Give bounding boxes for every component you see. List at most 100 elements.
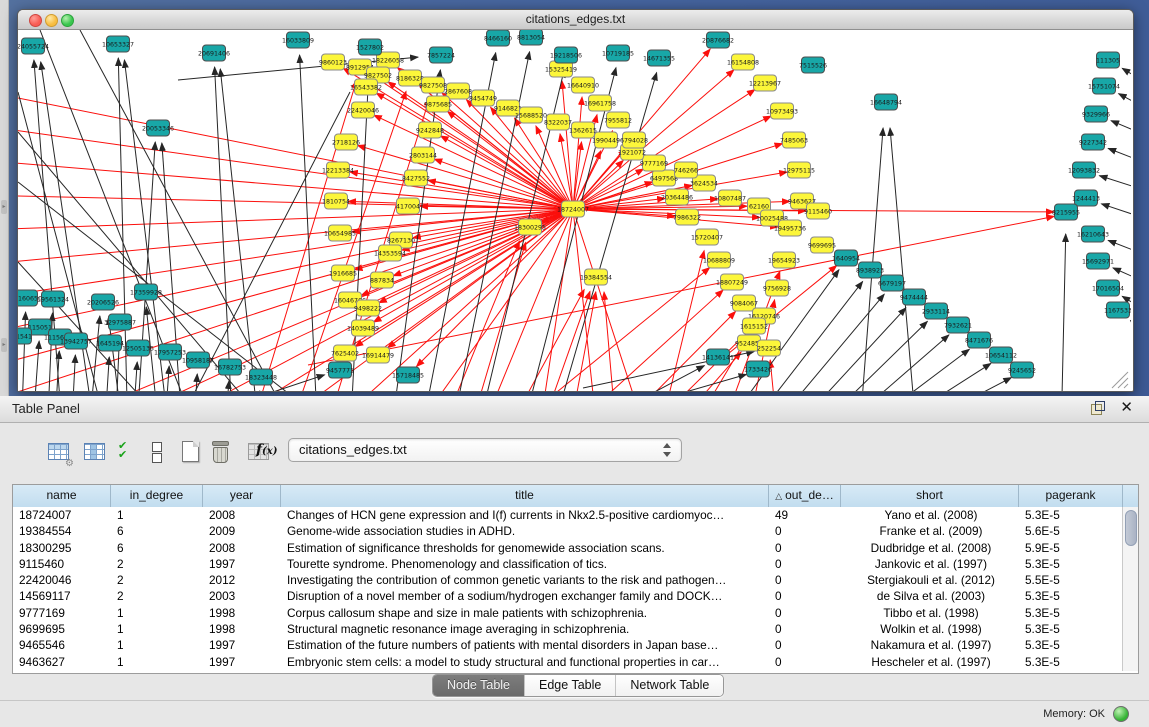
table-row[interactable]: 946554611997Estimation of the future num… — [13, 637, 1123, 653]
graph-node[interactable]: 18807249 — [716, 274, 748, 290]
table-row[interactable]: 946362711997Embryonic stem cells: a mode… — [13, 654, 1123, 670]
graph-node[interactable]: 9756928 — [763, 280, 791, 296]
table-row[interactable]: 1938455462009Genome-wide association stu… — [13, 523, 1123, 539]
graph-node[interactable]: 746266 — [674, 162, 698, 178]
graph-node[interactable]: 17359928 — [130, 284, 162, 300]
graph-node[interactable]: 16961758 — [584, 95, 616, 111]
scrollbar-thumb[interactable] — [1125, 510, 1137, 546]
graph-node[interactable]: 16210643 — [1077, 226, 1109, 242]
graph-node[interactable]: 20364486 — [661, 189, 693, 205]
delete-table-icon[interactable] — [212, 441, 229, 462]
graph-node[interactable]: 9115460 — [804, 203, 832, 219]
graph-node[interactable]: 19384554 — [580, 269, 612, 285]
graph-node[interactable]: 16154808 — [727, 54, 759, 70]
table-cell[interactable]: 18724007 — [13, 507, 111, 523]
table-cell[interactable]: 5.3E-5 — [1019, 654, 1123, 670]
table-cell[interactable]: 5.3E-5 — [1019, 637, 1123, 653]
graph-node[interactable]: 1810754 — [322, 193, 350, 209]
graph-node[interactable]: 12093832 — [1068, 162, 1100, 178]
graph-node[interactable]: 16033809 — [282, 32, 314, 48]
table-cell[interactable]: Estimation of significance thresholds fo… — [281, 540, 769, 556]
table-cell[interactable]: Embryonic stem cells: a model to study s… — [281, 654, 769, 670]
graph-node[interactable]: 887834 — [370, 272, 394, 288]
graph-node[interactable]: 15751074 — [1088, 78, 1120, 94]
table-cell[interactable]: 49 — [769, 507, 841, 523]
graph-node[interactable]: 24055724 — [18, 38, 49, 54]
table-cell[interactable]: 1 — [111, 637, 203, 653]
column-header-year[interactable]: year — [203, 485, 281, 507]
table-scrollbar[interactable] — [1122, 507, 1138, 671]
float-panel-icon[interactable] — [1091, 401, 1105, 415]
graph-node[interactable]: 1916685 — [329, 265, 357, 281]
graph-node[interactable]: 19495736 — [774, 220, 806, 236]
graph-node[interactable]: 19218506 — [550, 47, 582, 63]
graph-node[interactable]: 16543382 — [350, 79, 382, 95]
table-cell[interactable]: 2003 — [203, 588, 281, 604]
select-all-icon[interactable]: ✔✔ — [118, 442, 146, 470]
graph-node[interactable]: 1645194 — [96, 335, 124, 351]
table-cell[interactable]: 0 — [769, 523, 841, 539]
column-header-name[interactable]: name — [13, 485, 111, 507]
graph-node[interactable]: 14671355 — [643, 50, 675, 66]
table-cell[interactable]: 6 — [111, 540, 203, 556]
table-cell[interactable]: 9777169 — [13, 605, 111, 621]
table-cell[interactable]: Tourette syndrome. Phenomenology and cla… — [281, 556, 769, 572]
graph-node[interactable]: 1362615 — [569, 122, 597, 138]
table-row[interactable]: 2242004622012Investigating the contribut… — [13, 572, 1123, 588]
graph-node[interactable]: 16782753 — [214, 359, 246, 375]
table-cell[interactable]: 0 — [769, 637, 841, 653]
graph-node[interactable]: 18724007 — [557, 201, 589, 217]
graph-node[interactable]: 16914479 — [362, 347, 394, 363]
graph-node[interactable]: 6679197 — [878, 275, 906, 291]
table-cell[interactable]: 0 — [769, 588, 841, 604]
table-cell[interactable]: de Silva et al. (2003) — [841, 588, 1019, 604]
graph-node[interactable]: 9777169 — [640, 155, 668, 171]
graph-node[interactable]: 1640954 — [832, 250, 860, 266]
close-panel-icon[interactable]: ✕ — [1120, 399, 1133, 417]
table-cell[interactable]: Changes of HCN gene expression and I(f) … — [281, 507, 769, 523]
graph-node[interactable]: 19654923 — [768, 252, 800, 268]
table-cell[interactable]: 2 — [111, 572, 203, 588]
graph-node[interactable]: 12213967 — [749, 75, 781, 91]
graph-node[interactable]: 9227342 — [1079, 134, 1107, 150]
graph-node[interactable]: 17016504 — [1092, 280, 1124, 296]
table-row[interactable]: 1456911722003Disruption of a novel membe… — [13, 588, 1123, 604]
table-cell[interactable]: Estimation of the future numbers of pati… — [281, 637, 769, 653]
graph-node[interactable]: 15720407 — [691, 229, 723, 245]
graph-node[interactable]: 8471676 — [965, 332, 993, 348]
graph-node[interactable]: 1244413 — [1072, 190, 1100, 206]
tab-network-table[interactable]: Network Table — [616, 675, 723, 696]
graph-node[interactable]: 391541 — [18, 328, 32, 344]
graph-node[interactable]: 9827508 — [419, 77, 447, 93]
table-cell[interactable]: 0 — [769, 540, 841, 556]
graph-node[interactable]: 12975115 — [783, 162, 815, 178]
table-cell[interactable]: Hescheler et al. (1997) — [841, 654, 1019, 670]
table-cell[interactable]: 9699695 — [13, 621, 111, 637]
table-cell[interactable]: 1 — [111, 621, 203, 637]
graph-node[interactable]: 10654112 — [985, 347, 1017, 363]
graph-node[interactable]: 1733426 — [744, 361, 772, 377]
column-header-title[interactable]: title — [281, 485, 769, 507]
graph-node[interactable]: 8454749 — [469, 90, 497, 106]
column-header-out-degree[interactable]: △out_de… — [769, 485, 841, 507]
show-columns-icon[interactable] — [82, 440, 110, 468]
table-cell[interactable]: 2 — [111, 588, 203, 604]
table-cell[interactable]: 14569117 — [13, 588, 111, 604]
table-cell[interactable]: Genome-wide association studies in ADHD. — [281, 523, 769, 539]
graph-node[interactable]: 14136141 — [702, 349, 734, 365]
graph-node[interactable]: 1990449 — [592, 132, 620, 148]
table-cell[interactable]: 6 — [111, 523, 203, 539]
graph-node[interactable]: 10654985 — [324, 225, 356, 241]
graph-node[interactable]: 15718485 — [392, 367, 424, 383]
graph-node[interactable]: 9474444 — [900, 289, 928, 305]
memory-status-icon[interactable] — [1113, 706, 1129, 722]
graph-node[interactable]: 6794028 — [620, 132, 648, 148]
graph-node[interactable]: 15688520 — [515, 107, 547, 123]
table-row[interactable]: 977716911998Corpus callosum shape and si… — [13, 605, 1123, 621]
graph-node[interactable]: 12213384 — [322, 162, 354, 178]
table-cell[interactable]: 2 — [111, 556, 203, 572]
graph-node[interactable]: 20206526 — [87, 294, 119, 310]
function-builder-icon[interactable]: f(x) — [256, 442, 284, 470]
table-cell[interactable]: Corpus callosum shape and size in male p… — [281, 605, 769, 621]
table-row[interactable]: 1872400712008Changes of HCN gene express… — [13, 507, 1123, 523]
